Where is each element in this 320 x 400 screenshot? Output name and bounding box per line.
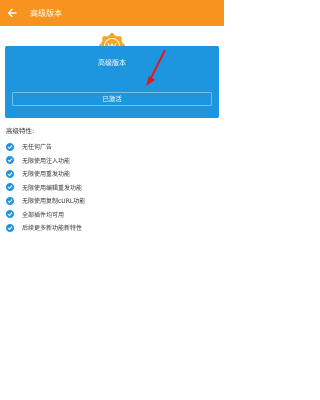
check-circle-icon <box>6 142 14 151</box>
feature-label: 全部插件均可用 <box>22 211 65 219</box>
check-circle-icon <box>6 210 14 219</box>
page-title: 高级版本 <box>30 8 62 18</box>
back-button[interactable] <box>0 0 24 26</box>
feature-item: 无任何广告 <box>6 140 85 154</box>
feature-label: 无限使用复制cURL功能 <box>22 198 86 206</box>
check-circle-icon <box>6 223 14 232</box>
feature-item: 无限使用复制cURL功能 <box>6 194 85 208</box>
check-circle-icon <box>6 183 14 192</box>
arrow-left-icon <box>7 8 17 18</box>
app-bar: 高级版本 <box>0 0 224 26</box>
feature-label: 无限使用注入功能 <box>22 157 71 165</box>
check-circle-icon <box>6 156 14 165</box>
feature-item: 无限使用重发功能 <box>6 167 85 181</box>
feature-item: 无限使用编辑重发功能 <box>6 181 85 195</box>
feature-label: 无限使用编辑重发功能 <box>22 184 83 192</box>
check-circle-icon <box>6 196 14 205</box>
feature-list: 无任何广告 无限使用注入功能 无限使用重发功能 无限使用编辑重发功能 无限使用复… <box>6 140 85 235</box>
premium-card: 高级版本 已激活 <box>5 46 219 118</box>
feature-item: 后续更多新功能新特性 <box>6 221 85 235</box>
features-heading: 高级特性: <box>6 127 35 135</box>
red-arrow-annotation <box>146 49 166 86</box>
card-title: 高级版本 <box>98 59 126 67</box>
check-circle-icon <box>6 169 14 178</box>
activated-button[interactable]: 已激活 <box>12 92 212 106</box>
feature-label: 后续更多新功能新特性 <box>22 225 83 233</box>
feature-label: 无限使用重发功能 <box>22 171 71 179</box>
feature-item: 全部插件均可用 <box>6 208 85 222</box>
feature-item: 无限使用注入功能 <box>6 154 85 168</box>
feature-label: 无任何广告 <box>22 144 53 152</box>
